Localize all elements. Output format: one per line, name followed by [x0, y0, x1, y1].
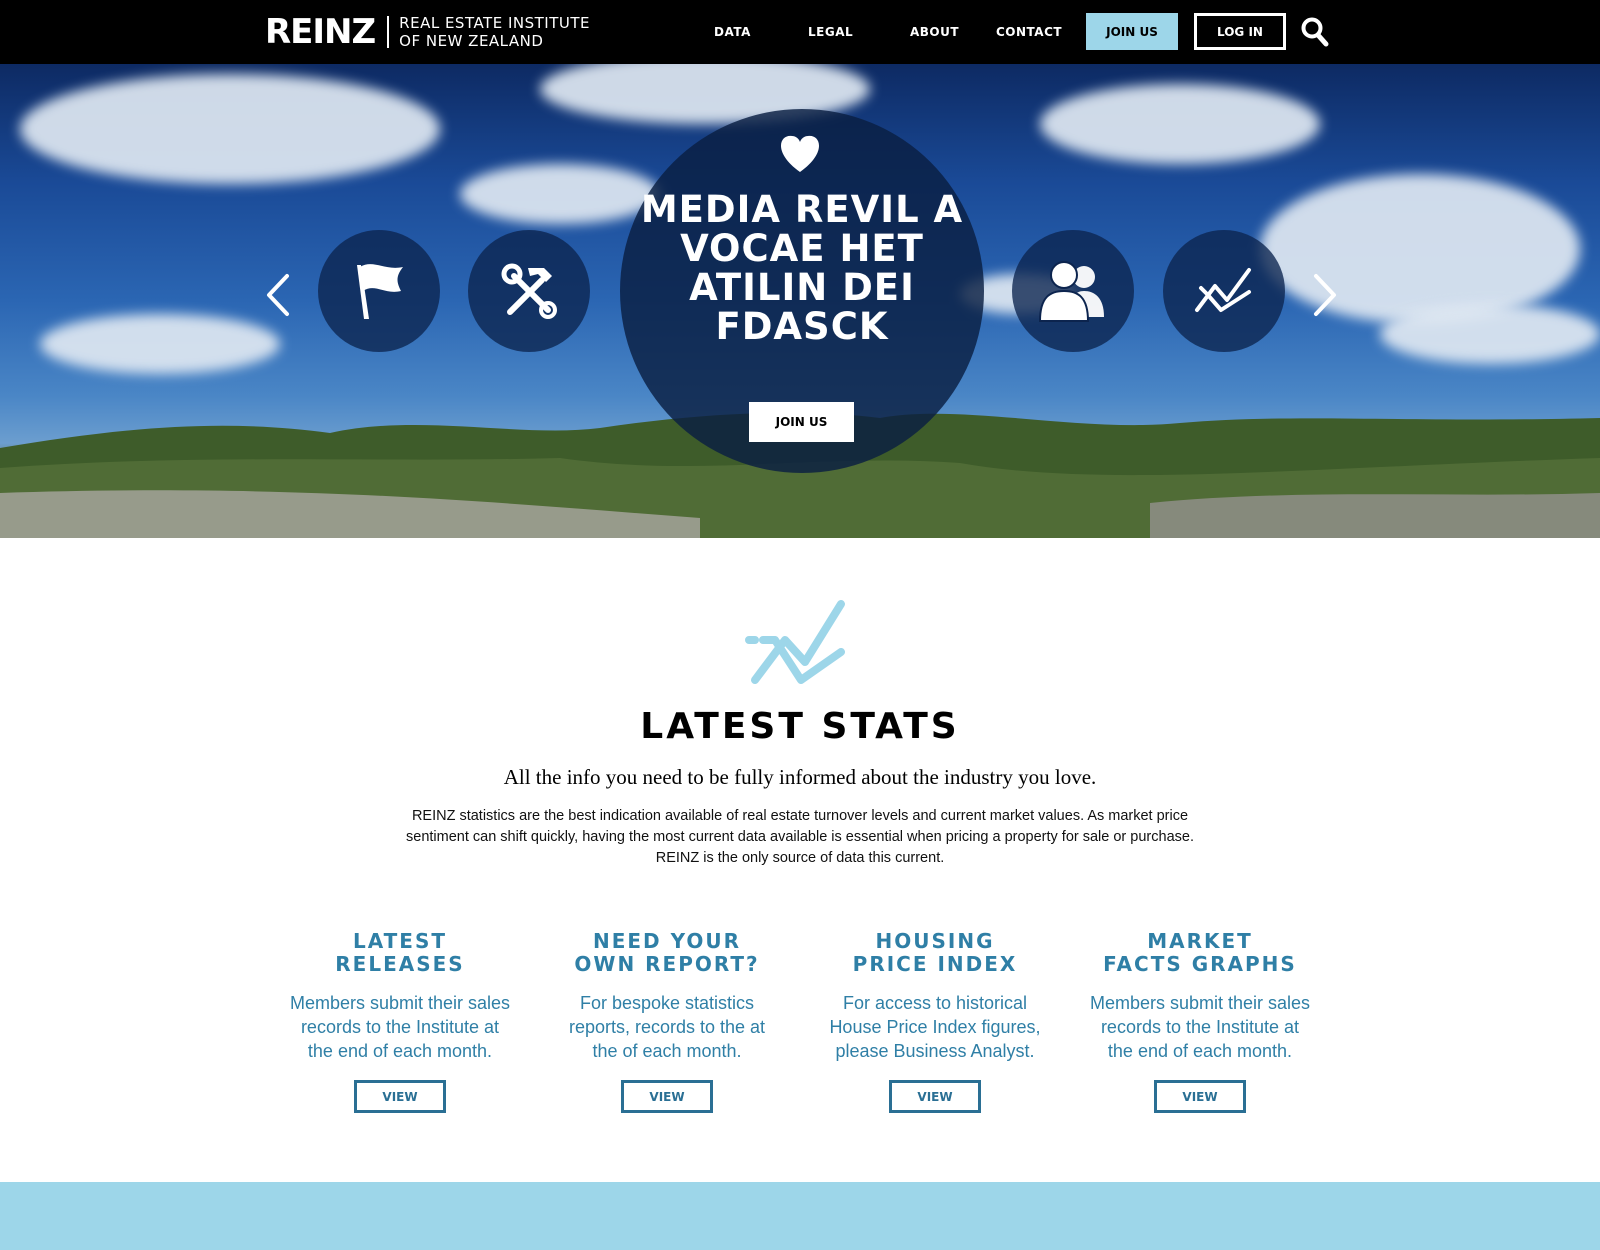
view-latest-releases-button[interactable]: VIEW — [354, 1080, 446, 1113]
chevron-left-icon[interactable] — [263, 272, 293, 318]
column-text: For access to historical House Price Ind… — [829, 993, 1041, 1061]
latest-stats-icon — [745, 600, 845, 684]
heart-icon — [781, 135, 819, 172]
hero-join-button[interactable]: JOIN US — [749, 402, 854, 442]
nav-legal[interactable]: LEGAL — [808, 25, 853, 39]
hero-title: MEDIA REVIL A VOCAE HET ATILIN DEI FDASC… — [640, 188, 964, 348]
footer-band — [0, 1182, 1600, 1250]
users-icon — [1038, 261, 1104, 322]
stats-column-latest-releases: LATEST RELEASES Members submit their sal… — [275, 930, 525, 1063]
site-header: REINZ REAL ESTATE INSTITUTE OF NEW ZEALA… — [0, 0, 1600, 64]
tools-icon — [501, 263, 557, 319]
log-in-button[interactable]: LOG IN — [1194, 13, 1286, 50]
hero-banner: MEDIA REVIL A VOCAE HET ATILIN DEI FDASC… — [0, 64, 1600, 538]
logo-line-1: REAL ESTATE INSTITUTE — [399, 14, 590, 32]
cloud — [460, 164, 660, 224]
hero-tools-circle[interactable] — [468, 230, 590, 352]
column-title: NEED YOUR OWN REPORT? — [574, 929, 760, 976]
hero-users-circle[interactable] — [1012, 230, 1134, 352]
flag-icon — [357, 264, 403, 319]
view-market-facts-button[interactable]: VIEW — [1154, 1080, 1246, 1113]
nav-contact[interactable]: CONTACT — [996, 25, 1062, 39]
latest-stats-body: REINZ statistics are the best indication… — [406, 808, 1194, 866]
join-us-button[interactable]: JOIN US — [1086, 13, 1178, 50]
cloud — [1260, 174, 1580, 324]
latest-stats-subtitle: All the info you need to be fully inform… — [503, 765, 1097, 789]
stats-column-market-facts: MARKET FACTS GRAPHS Members submit their… — [1075, 930, 1325, 1063]
column-text: Members submit their sales records to th… — [289, 993, 511, 1061]
column-text: Members submit their sales records to th… — [1089, 993, 1311, 1061]
hero-flag-circle[interactable] — [318, 230, 440, 352]
nav-data[interactable]: DATA — [714, 25, 751, 39]
cloud — [40, 314, 280, 374]
view-housing-price-index-button[interactable]: VIEW — [889, 1080, 981, 1113]
stats-column-own-report: NEED YOUR OWN REPORT? For bespoke statis… — [542, 930, 792, 1063]
view-own-report-button[interactable]: VIEW — [621, 1080, 713, 1113]
stats-icon — [1195, 268, 1251, 312]
column-title: MARKET FACTS GRAPHS — [1103, 929, 1297, 976]
logo-divider — [387, 16, 390, 48]
nav-about[interactable]: ABOUT — [910, 25, 959, 39]
cloud — [20, 74, 440, 184]
cloud — [1040, 84, 1320, 164]
column-text: For bespoke statistics reports, records … — [568, 993, 766, 1061]
logo-line-2: OF NEW ZEALAND — [399, 32, 544, 50]
chevron-right-icon[interactable] — [1310, 272, 1340, 318]
latest-stats-title: LATEST STATS — [640, 706, 960, 747]
column-title: LATEST RELEASES — [335, 929, 465, 976]
search-icon[interactable] — [1300, 16, 1330, 48]
stats-column-housing-price-index: HOUSING PRICE INDEX For access to histor… — [810, 930, 1060, 1063]
logo-mark: REINZ — [265, 12, 376, 52]
hero-stats-circle[interactable] — [1163, 230, 1285, 352]
logo-text: REAL ESTATE INSTITUTE OF NEW ZEALAND — [399, 14, 590, 50]
column-title: HOUSING PRICE INDEX — [852, 929, 1018, 976]
reinz-logo[interactable]: REINZ REAL ESTATE INSTITUTE OF NEW ZEALA… — [265, 14, 590, 50]
cloud — [1380, 304, 1600, 364]
